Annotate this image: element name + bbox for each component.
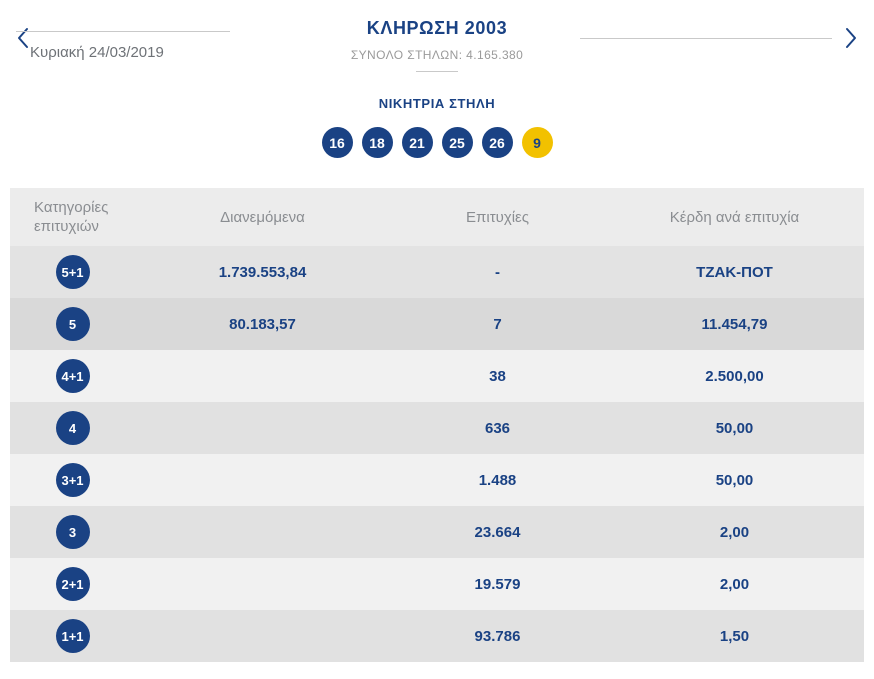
wins-value: 636 — [484, 419, 511, 437]
prize-value: 50,00 — [715, 471, 754, 489]
category-badge: 5+1 — [55, 255, 90, 289]
table-row: 3+1 1.488 50,00 — [10, 454, 864, 506]
draw-title: ΚΛΗΡΩΣΗ 2003 — [366, 18, 508, 38]
category-badge: 2+1 — [55, 567, 90, 601]
category-badge: 5 — [55, 307, 90, 341]
winning-number-ball: 25 — [441, 127, 473, 158]
table-row: 5 80.183,57 7 11.454,79 — [10, 298, 864, 350]
column-header-prize: Κέρδη ανά επιτυχία — [669, 208, 800, 226]
table-row: 4 636 50,00 — [10, 402, 864, 454]
prize-value: 2,00 — [719, 523, 750, 541]
column-header-wins: Επιτυχίες — [466, 208, 529, 226]
category-badge: 3+1 — [55, 463, 90, 497]
prize-table: Κατηγορίες επιτυχιών Διανεμόμενα Επιτυχί… — [10, 188, 864, 662]
wins-value: 7 — [493, 315, 502, 333]
category-badge: 4+1 — [55, 359, 90, 393]
joker-number-ball: 9 — [521, 127, 553, 158]
total-columns-label: ΣΥΝΟΛΟ ΣΤΗΛΩΝ: 4.165.380 — [350, 48, 524, 62]
winning-number-ball: 21 — [401, 127, 433, 158]
category-badge: 1+1 — [55, 619, 90, 653]
prize-value: 2.500,00 — [705, 367, 764, 385]
category-badge: 3 — [55, 515, 90, 549]
column-header-categories: Κατηγορίες επιτυχιών — [34, 198, 109, 236]
wins-value: 93.786 — [474, 627, 521, 645]
wins-value: 1.488 — [478, 471, 517, 489]
winning-numbers-section: ΝΙΚΗΤΡΙΑ ΣΤΗΛΗ 16 18 21 25 26 9 — [0, 88, 874, 158]
chevron-right-icon[interactable] — [840, 24, 862, 52]
wins-value: - — [495, 263, 500, 281]
winning-number-ball: 18 — [361, 127, 393, 158]
column-header-distributed: Διανεμόμενα — [220, 208, 305, 226]
distributed-value: 1.739.553,84 — [218, 263, 307, 281]
table-row: 2+1 19.579 2,00 — [10, 558, 864, 610]
table-header-row: Κατηγορίες επιτυχιών Διανεμόμενα Επιτυχί… — [10, 188, 864, 246]
table-row: 5+1 1.739.553,84 - ΤΖΑΚ-ΠΟΤ — [10, 246, 864, 298]
winning-balls: 16 18 21 25 26 9 — [0, 127, 874, 158]
distributed-value: 80.183,57 — [229, 315, 296, 333]
table-row: 1+1 93.786 1,50 — [10, 610, 864, 662]
wins-value: 38 — [489, 367, 506, 385]
wins-value: 19.579 — [474, 575, 521, 593]
prize-value: 2,00 — [719, 575, 750, 593]
prize-value: 1,50 — [719, 627, 750, 645]
winning-column-label: ΝΙΚΗΤΡΙΑ ΣΤΗΛΗ — [378, 96, 496, 111]
table-row: 4+1 38 2.500,00 — [10, 350, 864, 402]
draw-results-page: Κυριακή 24/03/2019 ΚΛΗΡΩΣΗ 2003 ΣΥΝΟΛΟ Σ… — [0, 0, 874, 662]
winning-number-ball: 26 — [481, 127, 513, 158]
winning-number-ball: 16 — [321, 127, 353, 158]
divider-line — [416, 71, 458, 72]
category-badge: 4 — [55, 411, 90, 445]
divider-line — [580, 38, 832, 39]
prize-value: 50,00 — [715, 419, 754, 437]
table-row: 3 23.664 2,00 — [10, 506, 864, 558]
draw-header: Κυριακή 24/03/2019 ΚΛΗΡΩΣΗ 2003 ΣΥΝΟΛΟ Σ… — [0, 0, 874, 88]
draw-title-block: ΚΛΗΡΩΣΗ 2003 ΣΥΝΟΛΟ ΣΤΗΛΩΝ: 4.165.380 — [0, 18, 874, 72]
prize-value: ΤΖΑΚ-ΠΟΤ — [696, 263, 773, 281]
wins-value: 23.664 — [474, 523, 521, 541]
prize-value: 11.454,79 — [701, 315, 768, 333]
